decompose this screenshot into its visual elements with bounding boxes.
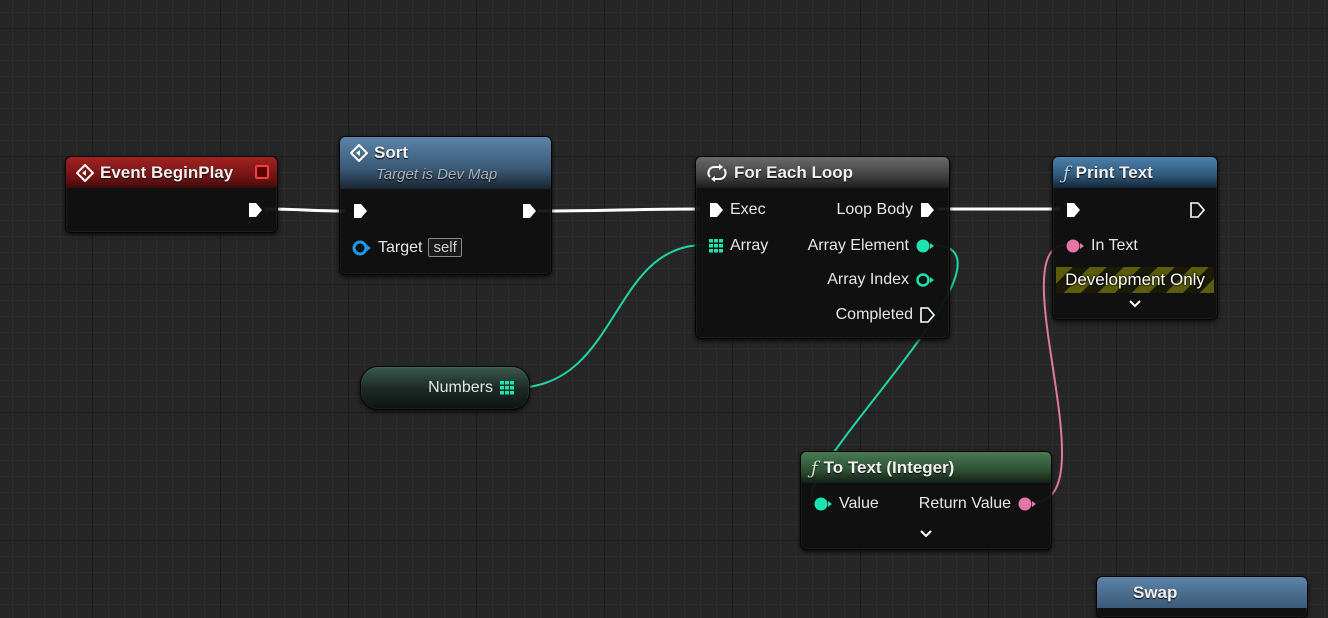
completed-label: Completed <box>835 306 913 323</box>
loop-body-label: Loop Body <box>836 201 913 218</box>
target-label: Target <box>378 238 423 256</box>
sort-subtitle: Target is Dev Map <box>376 166 498 183</box>
exec-input-pin[interactable]: Exec <box>708 201 766 219</box>
to-text-integer-node[interactable]: ƒ To Text (Integer) Value Return Value <box>800 451 1052 550</box>
array-grid-icon <box>709 239 723 253</box>
loop-body-output-pin[interactable]: Loop Body <box>836 201 935 219</box>
to-text-integer-header[interactable]: ƒ To Text (Integer) <box>801 452 1051 483</box>
exec-input-pin[interactable] <box>352 202 368 220</box>
to-text-integer-title: To Text (Integer) <box>823 458 955 477</box>
event-beginplay-header[interactable]: Event BeginPlay <box>66 157 277 188</box>
partial-node-title: Swap <box>1133 583 1178 602</box>
array-input-pin[interactable]: Array <box>708 237 768 255</box>
array-element-label: Array Element <box>807 237 909 254</box>
print-text-title: Print Text <box>1075 163 1153 182</box>
exec-label: Exec <box>730 201 766 218</box>
numbers-label: Numbers <box>428 379 493 396</box>
event-icon <box>76 163 94 183</box>
array-label: Array <box>730 237 769 254</box>
function-icon: ƒ <box>811 457 818 479</box>
event-beginplay-node[interactable]: Event BeginPlay <box>65 156 278 233</box>
array-element-output-pin[interactable]: Array Element <box>808 237 935 255</box>
return-value-label: Return Value <box>918 495 1011 512</box>
value-label: Value <box>839 495 879 512</box>
print-text-header[interactable]: ƒ Print Text <box>1053 157 1217 188</box>
for-each-loop-node[interactable]: For Each Loop Exec Array Loop Body Array… <box>695 156 950 339</box>
in-text-input-pin[interactable]: In Text <box>1065 237 1138 255</box>
numbers-variable-node[interactable]: Numbers <box>360 366 530 410</box>
delegate-pin-icon[interactable] <box>255 165 269 179</box>
chevron-down-icon[interactable] <box>1129 300 1141 308</box>
array-index-label: Array Index <box>827 271 909 288</box>
function-icon: ƒ <box>1063 162 1070 184</box>
in-text-label: In Text <box>1091 237 1138 254</box>
exec-output-pin[interactable] <box>247 201 263 219</box>
target-input-pin[interactable]: Target self <box>352 238 462 257</box>
partial-node-header[interactable]: Swap <box>1097 577 1307 608</box>
loop-icon <box>706 163 728 183</box>
sort-header[interactable]: Sort Target is Dev Map <box>340 137 551 189</box>
print-text-node[interactable]: ƒ Print Text In Text Development Only <box>1052 156 1218 320</box>
sort-title: Sort <box>374 143 408 162</box>
exec-output-pin[interactable] <box>521 202 537 220</box>
target-self-field[interactable]: self <box>428 238 462 257</box>
for-each-loop-header[interactable]: For Each Loop <box>696 157 949 188</box>
partial-node[interactable]: Swap <box>1096 576 1308 618</box>
sort-node[interactable]: Sort Target is Dev Map Target self <box>339 136 552 275</box>
array-grid-icon <box>500 381 514 395</box>
exec-wire-sort-foreach <box>537 207 701 213</box>
event-beginplay-title: Event BeginPlay <box>100 163 234 182</box>
exec-output-pin[interactable] <box>1189 201 1205 219</box>
return-value-output-pin[interactable]: Return Value <box>919 495 1037 513</box>
value-input-pin[interactable]: Value <box>813 495 879 513</box>
function-call-icon <box>350 143 368 163</box>
development-only-label: Development Only <box>1065 270 1205 289</box>
array-index-output-pin[interactable]: Array Index <box>827 271 935 289</box>
chevron-down-icon[interactable] <box>920 530 932 538</box>
completed-output-pin[interactable]: Completed <box>836 306 935 324</box>
for-each-loop-title: For Each Loop <box>734 163 853 182</box>
numbers-output-pin[interactable]: Numbers <box>428 379 515 397</box>
development-only-banner: Development Only <box>1056 267 1214 293</box>
exec-input-pin[interactable] <box>1065 201 1081 219</box>
